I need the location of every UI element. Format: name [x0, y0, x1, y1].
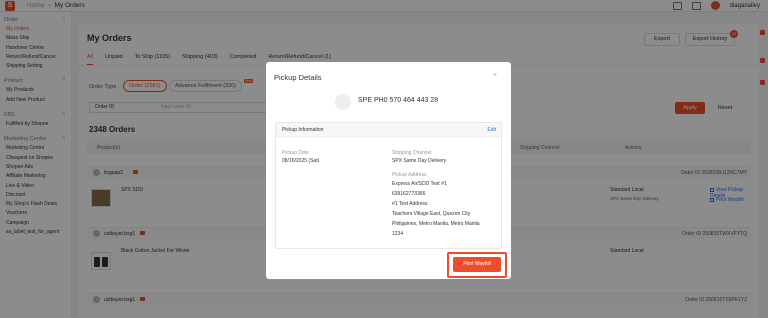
pickup-address-label: Pickup Address	[392, 172, 427, 178]
pickup-details-modal: Pickup Details × SPE PH0 570 464 443 28 …	[266, 62, 511, 279]
pickup-info-header: Pickup Information Edit	[276, 123, 501, 137]
edit-link[interactable]: Edit	[487, 127, 496, 133]
close-icon[interactable]: ×	[493, 72, 497, 79]
shipping-channel-value: SPX Same Day Delivery	[392, 158, 447, 164]
modal-title: Pickup Details	[274, 73, 322, 82]
pickup-address: Express Air/SDD Test #1 639162773366 #1 …	[392, 181, 480, 237]
tracking-number: SPE PH0 570 464 443 28	[358, 97, 439, 104]
pickup-info-card: Pickup Information Edit Pickup Date 08/1…	[275, 122, 502, 249]
courier-logo	[335, 94, 351, 110]
pickup-date-value: 08/16/2025 (Sat)	[282, 158, 320, 164]
pickup-info-title: Pickup Information	[282, 127, 324, 133]
print-waybill-button[interactable]: Print Waybill	[453, 257, 501, 272]
